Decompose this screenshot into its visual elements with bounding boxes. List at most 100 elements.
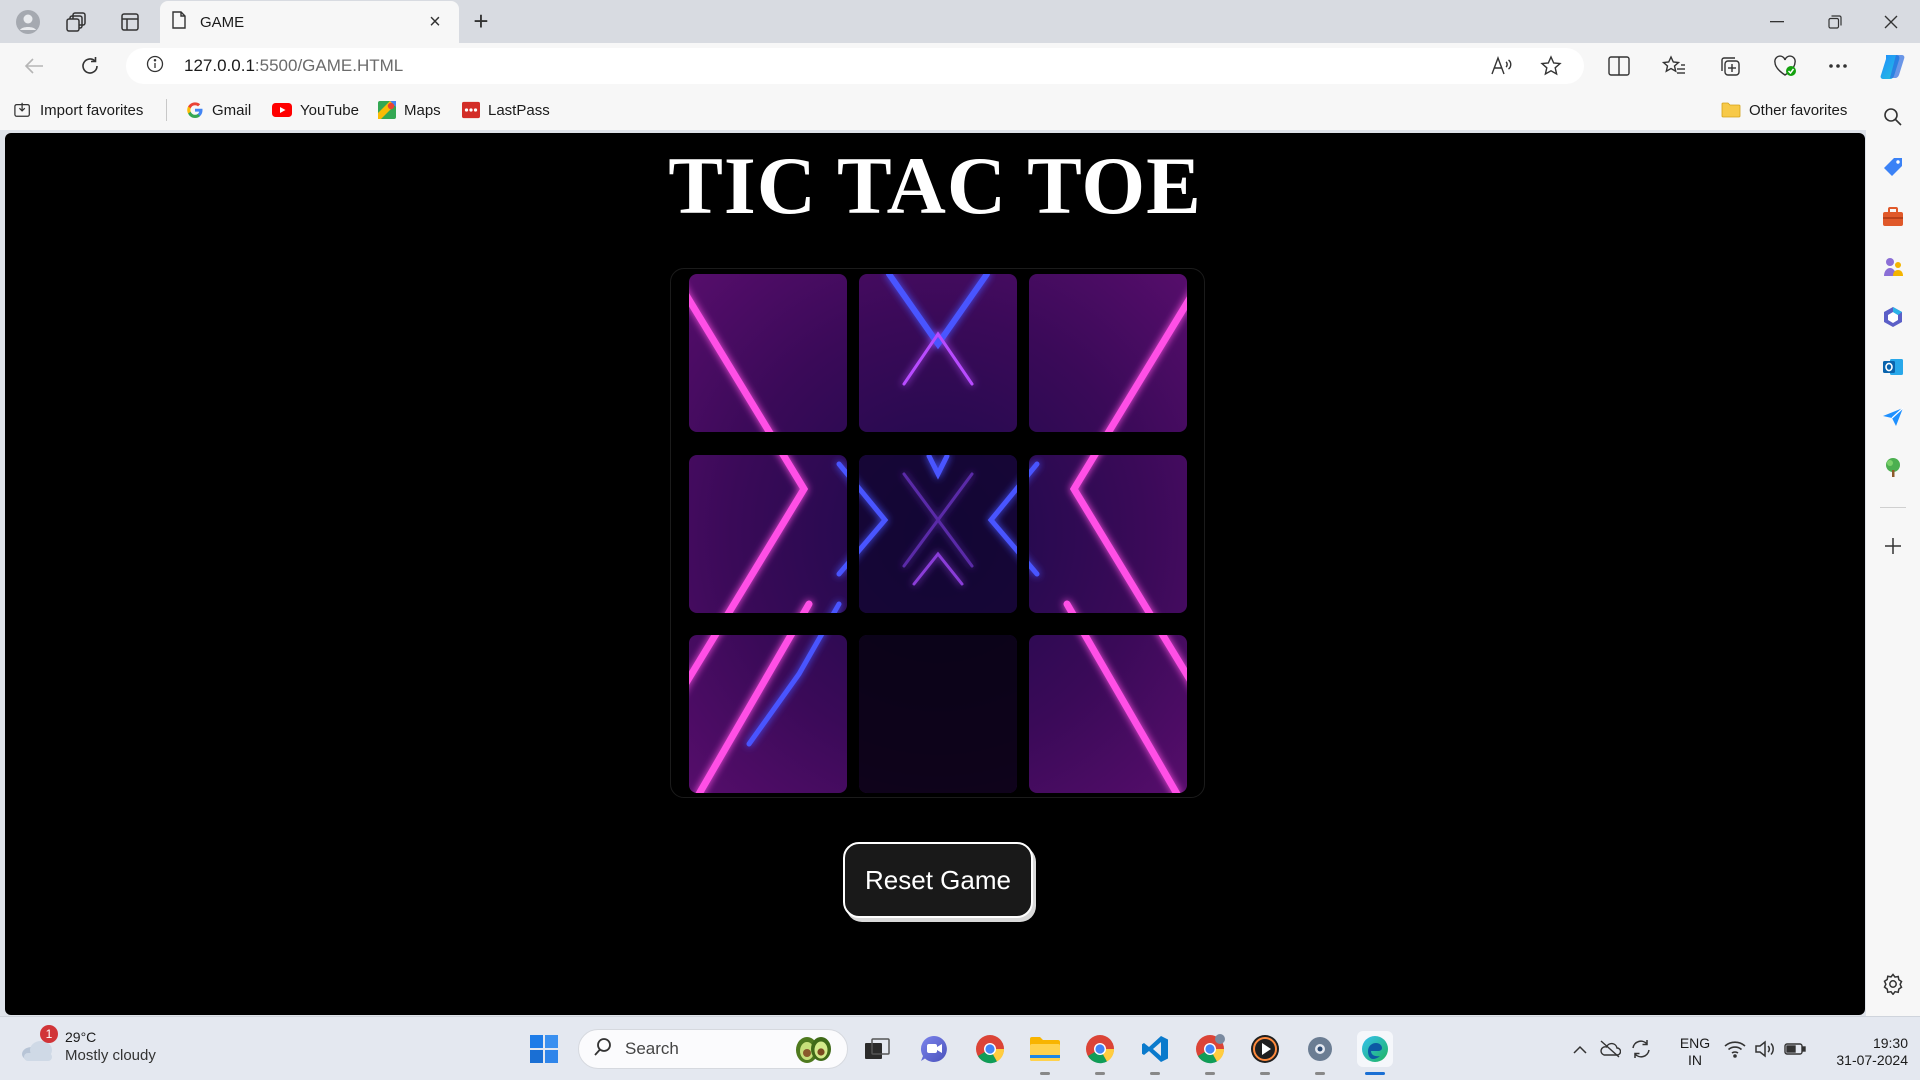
favorite-label: Maps [404,101,441,119]
taskbar-search[interactable]: Search [578,1029,848,1069]
file-explorer-icon[interactable] [1027,1031,1063,1067]
edge-sidebar [1866,89,1920,1016]
sync-icon[interactable] [1628,1031,1654,1067]
wifi-icon[interactable] [1722,1031,1748,1067]
favorite-import[interactable]: Import favorites [14,98,143,122]
browser-toolbar: 127.0.0.1:5500/GAME.HTML [0,43,1920,89]
favorites-icon[interactable] [1658,50,1690,82]
games-icon[interactable] [1878,252,1908,282]
favorite-youtube[interactable]: YouTube [272,98,359,122]
running-indicator [1040,1072,1050,1075]
add-sidebar-app-icon[interactable] [1878,531,1908,561]
maps-icon [378,101,396,119]
microsoft-365-icon[interactable] [1878,302,1908,332]
running-indicator [1095,1072,1105,1075]
favorites-bar: Import favorites Gmail YouTube Maps Last… [0,89,1880,130]
settings-icon[interactable] [1302,1031,1338,1067]
copilot-icon[interactable] [1877,50,1909,82]
clock-time: 19:30 [1872,1035,1908,1051]
more-options-icon[interactable] [1822,50,1854,82]
other-favorites[interactable]: Other favorites [1721,98,1847,122]
favorite-star-icon[interactable] [1540,55,1562,82]
workspaces-icon[interactable] [61,6,93,38]
cloud-icon: 1 [20,1025,58,1065]
battery-icon[interactable] [1782,1031,1808,1067]
clock-date: 31-07-2024 [1836,1052,1908,1068]
edge-icon[interactable] [1357,1031,1393,1067]
teams-chat-icon[interactable] [916,1031,952,1067]
chrome-profile-icon[interactable] [1082,1031,1118,1067]
running-indicator [1260,1072,1270,1075]
chrome-app-icon[interactable] [1192,1031,1228,1067]
volume-icon[interactable] [1752,1031,1778,1067]
tree-icon[interactable] [1878,452,1908,482]
split-screen-icon[interactable] [1603,50,1635,82]
windows-taskbar: 1 29°C Mostly cloudy Search ENG IN 19:30… [0,1016,1920,1080]
board-cell-5[interactable] [859,455,1017,613]
close-window-icon[interactable] [1862,0,1920,43]
search-placeholder: Search [625,1039,679,1058]
tab-actions-icon[interactable] [114,6,146,38]
reset-game-button[interactable]: Reset Game [843,842,1033,918]
restore-icon[interactable] [1806,0,1864,43]
clock[interactable]: 19:30 31-07-2024 [1812,1035,1908,1069]
page-title: TIC TAC TOE [668,140,1202,231]
language-code: ENG [1679,1035,1711,1051]
divider [1880,507,1906,508]
tools-icon[interactable] [1878,202,1908,232]
other-favorites-label: Other favorites [1749,101,1848,119]
chrome-icon[interactable] [972,1031,1008,1067]
youtube-icon [272,101,292,119]
board-cell-6[interactable] [1029,455,1187,613]
settings-gear-icon[interactable] [1878,969,1908,999]
site-info-icon[interactable] [146,55,164,78]
favorite-label: Gmail [212,101,252,119]
board-cell-4[interactable] [689,455,847,613]
favorite-lastpass[interactable]: LastPass [462,98,550,122]
board-cell-7[interactable] [689,635,847,793]
favorite-label: LastPass [488,101,550,119]
folder-icon [1721,101,1741,119]
board-cell-1[interactable] [689,274,847,432]
board-cell-9[interactable] [1029,635,1187,793]
weather-widget[interactable]: 1 29°C Mostly cloudy [20,1025,156,1065]
language-indicator[interactable]: ENG IN [1674,1035,1716,1069]
search-icon[interactable] [1878,102,1908,132]
media-player-icon[interactable] [1247,1031,1283,1067]
favorite-gmail[interactable]: Gmail [186,98,251,122]
active-indicator [1365,1072,1385,1075]
lastpass-icon [462,101,480,119]
collections-icon[interactable] [1714,50,1746,82]
read-aloud-icon[interactable] [1490,56,1512,81]
send-icon[interactable] [1878,402,1908,432]
outlook-icon[interactable] [1878,352,1908,382]
board-cell-8[interactable] [859,635,1017,793]
minimize-icon[interactable] [1748,0,1806,43]
region-code: IN [1688,1052,1702,1068]
windows-start-icon[interactable] [526,1031,562,1067]
new-tab-button[interactable]: + [466,6,496,36]
board-cell-2[interactable] [859,274,1017,432]
favorite-maps[interactable]: Maps [378,98,441,122]
close-tab-icon[interactable]: × [423,11,447,34]
profile-icon[interactable] [12,6,44,38]
task-view-icon[interactable] [859,1031,895,1067]
browser-essentials-icon[interactable] [1769,50,1801,82]
weather-description: Mostly cloudy [65,1047,156,1064]
tab-game[interactable]: GAME × [160,1,459,43]
page-content: TIC TAC TOE Reset Game [5,133,1865,1015]
search-icon [593,1037,613,1062]
board-cell-3[interactable] [1029,274,1187,432]
google-icon [186,101,204,119]
back-icon[interactable] [18,50,50,82]
refresh-icon[interactable] [74,50,106,82]
import-icon [14,101,32,119]
address-bar[interactable]: 127.0.0.1:5500/GAME.HTML [126,48,1584,84]
url-host: 127.0.0.1 [184,56,255,75]
show-hidden-icons[interactable] [1568,1031,1592,1067]
avocado-icon [793,1034,833,1069]
favorite-label: Import favorites [40,101,144,119]
vscode-icon[interactable] [1137,1031,1173,1067]
onedrive-offline-icon[interactable] [1597,1031,1623,1067]
shopping-tag-icon[interactable] [1878,152,1908,182]
